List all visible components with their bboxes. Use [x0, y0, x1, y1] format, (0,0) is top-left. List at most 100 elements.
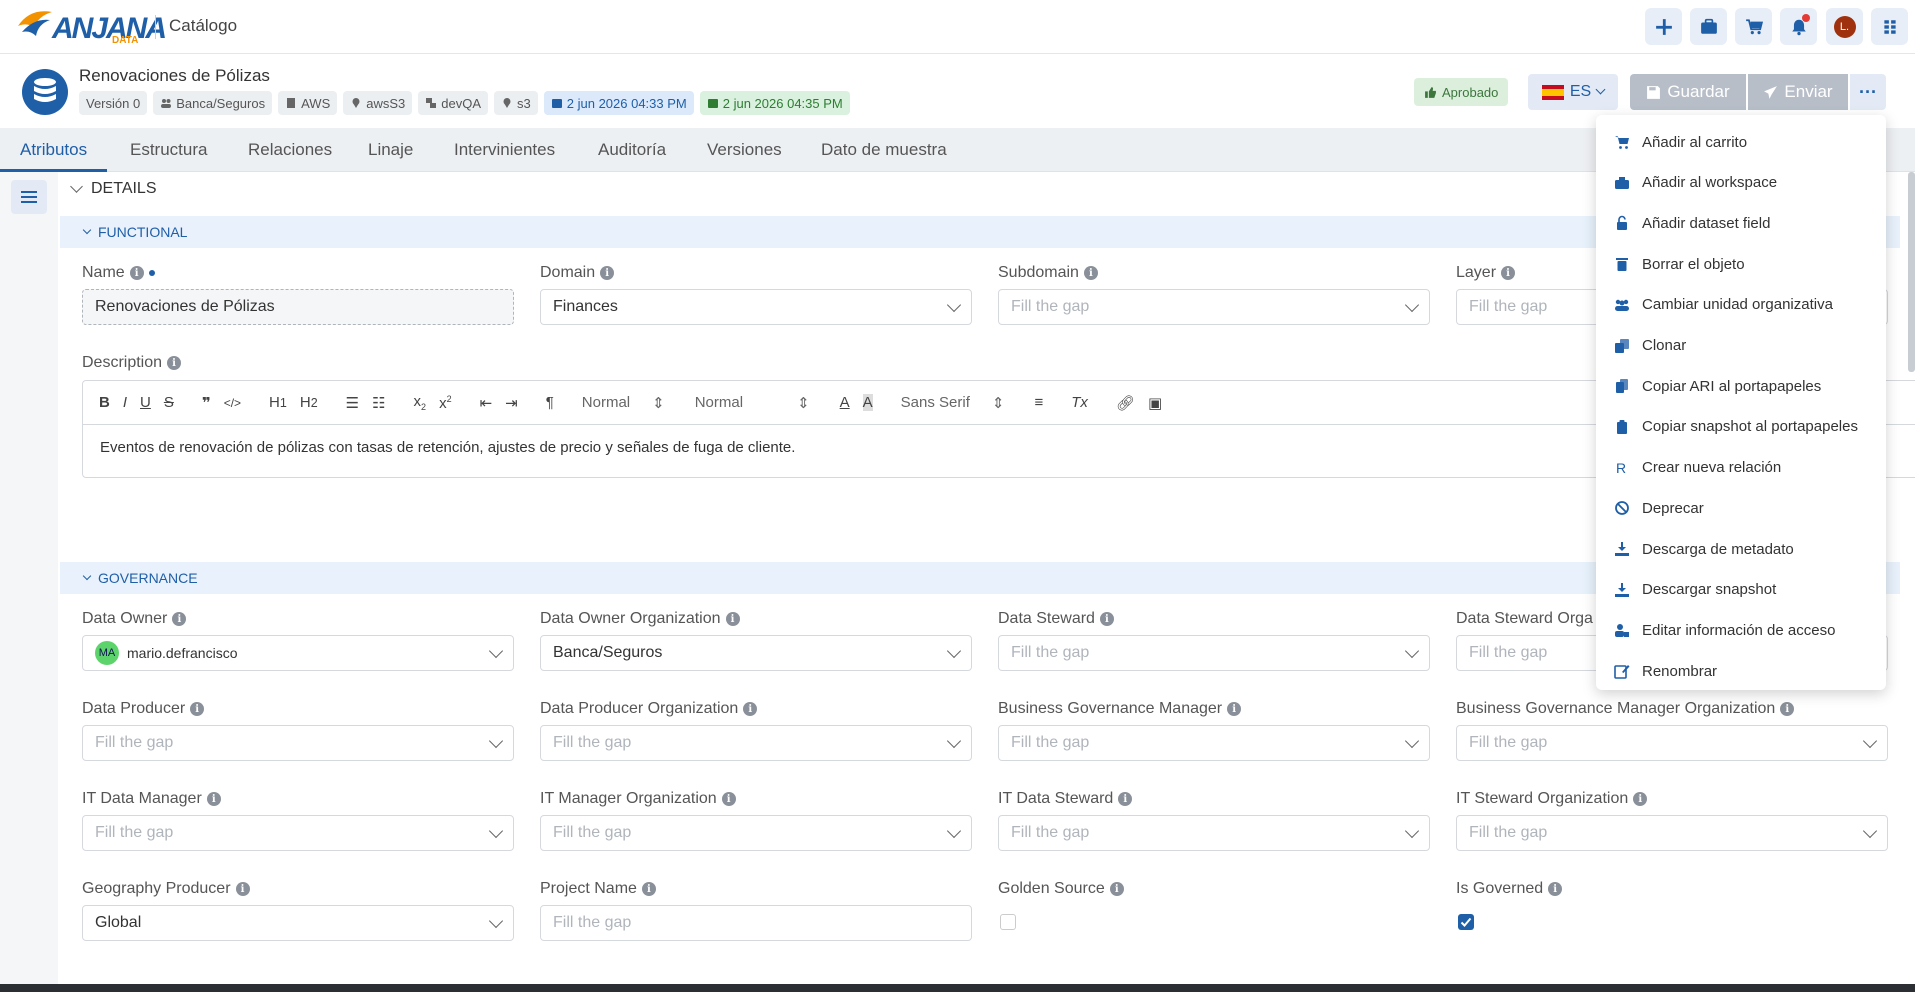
strike-icon[interactable]: S	[164, 394, 174, 411]
menu-item-crear-nueva-relacion[interactable]: R Crear nueva relación	[1614, 457, 1781, 479]
data-producer-select[interactable]: Fill the gap	[82, 725, 514, 761]
outdent-icon[interactable]: ⇤	[480, 394, 493, 412]
anjana-logo[interactable]: ANJANA DATA	[16, 4, 167, 48]
info-icon[interactable]: i	[725, 612, 740, 626]
tab-relaciones[interactable]: Relaciones	[228, 128, 352, 172]
info-icon[interactable]: i	[1633, 792, 1648, 806]
tab-linaje[interactable]: Linaje	[348, 128, 433, 172]
send-button[interactable]: Enviar	[1748, 74, 1848, 110]
indent-icon[interactable]: ⇥	[505, 394, 518, 412]
menu-item-cambiar-unidad-organizativa[interactable]: Cambiar unidad organizativa	[1614, 294, 1833, 316]
menu-item-anadir-al-workspace[interactable]: Añadir al workspace	[1614, 172, 1777, 194]
subdomain-select[interactable]: Fill the gap	[998, 289, 1430, 325]
info-icon[interactable]: i	[1083, 266, 1098, 280]
menu-item-descarga-de-metadato[interactable]: Descarga de metadato	[1614, 538, 1794, 560]
info-icon[interactable]: i	[167, 356, 182, 370]
info-icon[interactable]: i	[206, 792, 221, 806]
it-steward-org-select[interactable]: Fill the gap	[1456, 815, 1888, 851]
italic-icon[interactable]: I	[123, 394, 127, 411]
info-icon[interactable]: i	[1780, 702, 1795, 716]
apps-button[interactable]	[1871, 8, 1908, 45]
info-icon[interactable]: i	[641, 882, 656, 896]
cart-button[interactable]	[1735, 8, 1772, 45]
info-icon[interactable]: i	[1548, 882, 1563, 896]
tab-intervinientes[interactable]: Intervinientes	[434, 128, 575, 172]
info-icon[interactable]: i	[600, 266, 615, 280]
bold-icon[interactable]: B	[99, 394, 110, 411]
tab-atributos[interactable]: Atributos	[0, 128, 108, 172]
quote-icon[interactable]: ❞	[202, 394, 211, 412]
menu-item-descargar-snapshot[interactable]: Descargar snapshot	[1614, 579, 1776, 601]
tab-dato-de-muestra[interactable]: Dato de muestra	[801, 128, 967, 172]
more-actions-button[interactable]: ···	[1850, 74, 1886, 110]
data-steward-select[interactable]: Fill the gap	[998, 635, 1430, 671]
info-icon[interactable]: i	[1109, 882, 1124, 896]
menu-item-label: Editar información de acceso	[1642, 621, 1836, 639]
underline-icon[interactable]: U	[140, 394, 151, 411]
project-name-input[interactable]: Fill the gap	[540, 905, 972, 941]
heading2-icon[interactable]: H2	[300, 394, 318, 411]
menu-item-deprecar[interactable]: Deprecar	[1614, 497, 1704, 519]
menu-item-anadir-dataset-field[interactable]: Añadir dataset field	[1614, 212, 1770, 234]
image-icon[interactable]: ▣	[1148, 394, 1162, 412]
menu-item-copiar-ari-al-portapapeles[interactable]: Copiar ARI al portapapeles	[1614, 375, 1821, 397]
link-icon[interactable]: 🔗︎	[1116, 394, 1135, 412]
details-section-header[interactable]: DETAILS	[70, 180, 157, 198]
font-color-icon[interactable]: A	[840, 394, 850, 411]
tab-estructura[interactable]: Estructura	[110, 128, 227, 172]
notifications-button[interactable]	[1780, 8, 1817, 45]
it-data-manager-select[interactable]: Fill the gap	[82, 815, 514, 851]
background-color-icon[interactable]: A	[862, 394, 873, 411]
info-icon[interactable]: i	[172, 612, 187, 626]
menu-item-borrar-el-objeto[interactable]: Borrar el objeto	[1614, 253, 1745, 275]
data-owner-select[interactable]: MA mario.defrancisco	[82, 635, 514, 671]
save-button[interactable]: Guardar	[1630, 74, 1746, 110]
menu-item-clonar[interactable]: Clonar	[1614, 335, 1686, 357]
info-icon[interactable]: i	[1227, 702, 1242, 716]
tab-versiones[interactable]: Versiones	[687, 128, 802, 172]
tab-auditoria[interactable]: Auditoría	[578, 128, 686, 172]
subscript-icon[interactable]: x2	[414, 393, 427, 412]
geography-select[interactable]: Global	[82, 905, 514, 941]
info-icon[interactable]: i	[721, 792, 736, 806]
it-data-steward-select[interactable]: Fill the gap	[998, 815, 1430, 851]
menu-item-anadir-al-carrito[interactable]: Añadir al carrito	[1614, 131, 1747, 153]
info-icon[interactable]: i	[1118, 792, 1133, 806]
size-select[interactable]: Normal ⇕	[695, 394, 810, 412]
name-field[interactable]: Renovaciones de Pólizas	[82, 289, 514, 325]
data-owner-org-select[interactable]: Banca/Seguros	[540, 635, 972, 671]
align-icon[interactable]: ≡	[1034, 394, 1043, 411]
info-icon[interactable]: i	[129, 266, 144, 280]
workspace-button[interactable]	[1690, 8, 1727, 45]
info-icon[interactable]: i	[1099, 612, 1114, 626]
ordered-list-icon[interactable]: ☰	[346, 394, 359, 412]
project-name-label: Project Name i	[540, 880, 656, 898]
bgm-select[interactable]: Fill the gap	[998, 725, 1430, 761]
info-icon[interactable]: i	[743, 702, 758, 716]
info-icon[interactable]: i	[235, 882, 250, 896]
menu-item-editar-informacion-de-acceso[interactable]: Editar información de acceso	[1614, 619, 1835, 641]
menu-item-renombrar[interactable]: Renombrar	[1614, 660, 1717, 682]
golden-source-checkbox[interactable]	[1000, 914, 1016, 930]
header-select[interactable]: Normal ⇕	[582, 394, 665, 412]
bgm-org-select[interactable]: Fill the gap	[1456, 725, 1888, 761]
add-button[interactable]	[1645, 8, 1682, 45]
heading1-icon[interactable]: H1	[269, 394, 287, 411]
info-icon[interactable]: i	[1501, 266, 1516, 280]
it-manager-org-select[interactable]: Fill the gap	[540, 815, 972, 851]
clear-format-icon[interactable]: Tx	[1071, 394, 1088, 411]
is-governed-checkbox[interactable]	[1458, 914, 1474, 930]
bullet-list-icon[interactable]: ☷	[372, 394, 385, 412]
user-menu-button[interactable]: L.	[1826, 8, 1863, 45]
scrollbar[interactable]	[1908, 172, 1915, 372]
text-direction-icon[interactable]: ¶	[546, 394, 554, 411]
domain-select[interactable]: Finances	[540, 289, 972, 325]
superscript-icon[interactable]: x2	[439, 394, 452, 412]
language-selector[interactable]: ES	[1528, 74, 1618, 110]
data-producer-org-select[interactable]: Fill the gap	[540, 725, 972, 761]
info-icon[interactable]: i	[190, 702, 205, 716]
menu-item-copiar-snapshot-al-portapapeles[interactable]: Copiar snapshot al portapapeles	[1614, 416, 1858, 438]
font-select[interactable]: Sans Serif ⇕	[901, 394, 1005, 412]
code-icon[interactable]: </>	[224, 396, 241, 410]
toggle-sidebar-button[interactable]	[11, 180, 47, 214]
